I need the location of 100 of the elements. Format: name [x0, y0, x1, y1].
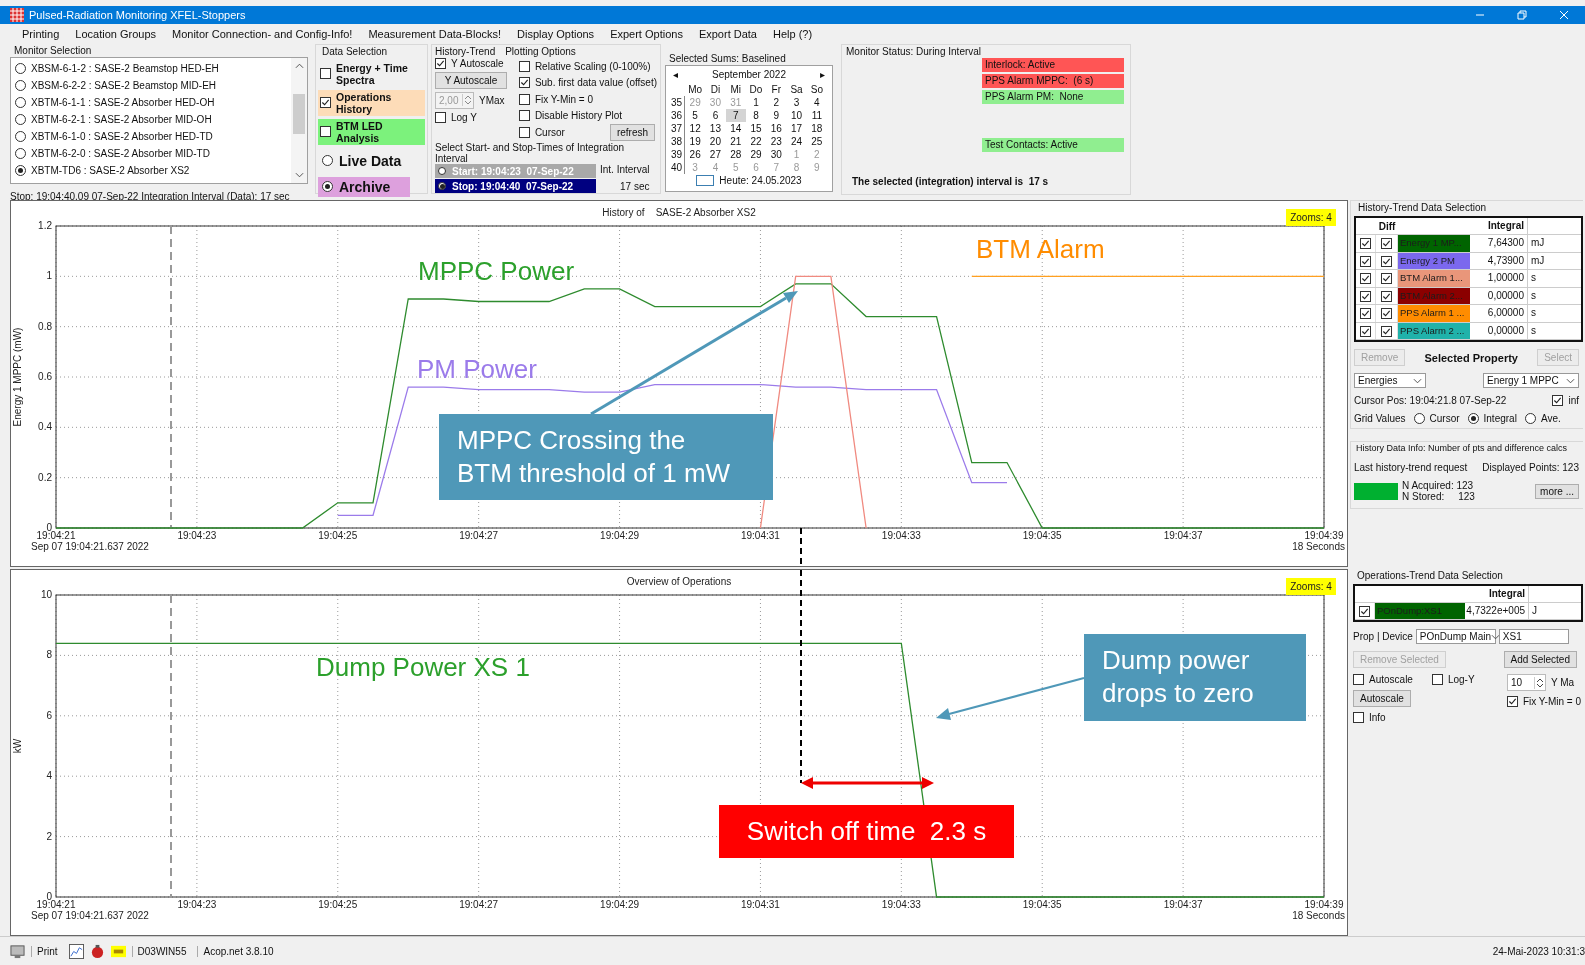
monitor-icon[interactable]	[10, 943, 25, 959]
time-option[interactable]: Stop: 19:04:40 07-Sep-22	[435, 179, 596, 194]
menu-item[interactable]: Location Groups	[67, 27, 164, 40]
alarm-icon[interactable]	[89, 943, 105, 959]
checkbox[interactable]	[1506, 696, 1518, 708]
calendar-day[interactable]: 16	[766, 121, 787, 135]
radio-button[interactable]	[322, 181, 333, 193]
menu-item[interactable]: Display Options	[509, 27, 603, 40]
radio-button[interactable]	[15, 96, 26, 108]
add-selected-button[interactable]: Add Selected	[1503, 651, 1577, 669]
calendar-day[interactable]: 30	[766, 147, 787, 161]
checkbox[interactable]	[1381, 238, 1392, 250]
checkbox[interactable]	[1360, 290, 1371, 302]
calendar-day[interactable]: 28	[725, 147, 746, 161]
checkbox[interactable]	[518, 126, 530, 138]
menu-item[interactable]: Measurement Data-Blocks!	[360, 27, 510, 40]
radio-button[interactable]	[15, 164, 26, 176]
list-item[interactable]: XBTM-6-1-0 : SASE-2 Absorber HED-TD	[31, 130, 213, 142]
checkbox[interactable]	[1360, 325, 1371, 337]
calendar-day[interactable]: 2	[766, 95, 787, 109]
checkbox[interactable]	[435, 111, 446, 123]
calendar-day[interactable]: 15	[745, 121, 767, 135]
radio-button[interactable]	[322, 155, 333, 167]
checkbox[interactable]	[1353, 674, 1364, 686]
autoscale-button[interactable]: Autoscale	[1353, 690, 1411, 708]
radio-button[interactable]	[15, 113, 26, 125]
checkbox[interactable]	[1381, 255, 1392, 267]
commands-icon[interactable]	[110, 943, 126, 959]
calendar-day[interactable]: 10	[786, 108, 807, 122]
calendar-day[interactable]: 13	[705, 121, 726, 135]
scrollbar[interactable]	[291, 57, 307, 183]
radio-button[interactable]	[1524, 413, 1536, 425]
calendar-day[interactable]: 20	[705, 134, 726, 148]
checkbox[interactable]	[518, 60, 530, 72]
calendar-day[interactable]: 24	[786, 134, 807, 148]
calendar-day[interactable]: 9	[766, 108, 787, 122]
checkbox[interactable]	[1360, 238, 1371, 250]
checkbox[interactable]	[435, 57, 446, 69]
calendar-day[interactable]: 11	[806, 108, 827, 122]
menu-item[interactable]: Help (?)	[765, 27, 821, 40]
dropdown[interactable]: Energies	[1354, 373, 1426, 389]
list-item[interactable]: XBTM-6-2-0 : SASE-2 Absorber MID-TD	[31, 147, 210, 159]
checkbox[interactable]	[1431, 674, 1443, 686]
radio-button[interactable]	[15, 147, 26, 159]
dropdown[interactable]: XS1	[1498, 629, 1569, 645]
close-icon[interactable]	[1559, 10, 1569, 20]
autoscale-button[interactable]: Y Autoscale	[435, 71, 507, 89]
dropdown[interactable]: POnDump Main	[1415, 629, 1496, 645]
previous-month-button[interactable]: ◂	[673, 68, 678, 80]
next-month-button[interactable]: ▸	[820, 68, 825, 80]
list-item[interactable]: XBSM-6-1-2 : SASE-2 Beamstop HED-EH	[31, 62, 219, 74]
scroll-down-icon[interactable]	[294, 171, 304, 178]
calendar-day[interactable]: 5	[685, 108, 706, 122]
list-item[interactable]: XBTM-6-2-1 : SASE-2 Absorber MID-OH	[31, 113, 212, 125]
calendar-day[interactable]: 14	[725, 121, 746, 135]
checkbox[interactable]	[320, 68, 331, 80]
calendar-day[interactable]: 6	[705, 108, 726, 122]
calendar-day[interactable]: 18	[806, 121, 827, 135]
dropdown[interactable]: Energy 1 MPPC	[1483, 373, 1579, 389]
checkbox[interactable]	[1381, 290, 1392, 302]
today-link[interactable]: Heute: 24.05.2023	[719, 174, 802, 186]
radio-button[interactable]	[15, 130, 26, 142]
print-button[interactable]: Print	[31, 945, 63, 957]
calendar-day[interactable]: 17	[786, 121, 807, 135]
calendar-day[interactable]: 26	[685, 147, 706, 161]
checkbox[interactable]	[1360, 273, 1371, 285]
radio-button[interactable]	[15, 62, 26, 74]
checkbox[interactable]	[518, 93, 530, 105]
scroll-thumb[interactable]	[293, 93, 305, 134]
checkbox[interactable]	[320, 126, 331, 138]
spinner-arrows-icon[interactable]	[1535, 676, 1544, 689]
checkbox[interactable]	[1552, 395, 1564, 407]
checkbox[interactable]	[1353, 712, 1364, 724]
calendar-day[interactable]: 25	[806, 134, 827, 148]
checkbox[interactable]	[1381, 273, 1392, 285]
radio-button[interactable]	[15, 79, 26, 91]
calendar-day[interactable]: 23	[766, 134, 787, 148]
refresh-button[interactable]: refresh	[609, 123, 655, 141]
menu-item[interactable]: Monitor Connection- and Config-Info!	[164, 27, 361, 40]
radio-button[interactable]	[1413, 413, 1425, 425]
ymax-field[interactable]: 10	[1506, 674, 1546, 692]
scroll-up-icon[interactable]	[294, 62, 304, 69]
checkbox[interactable]	[1381, 308, 1392, 320]
list-item[interactable]: XBTM-TD6 : SASE-2 Absorber XS2	[31, 164, 190, 176]
calendar-day[interactable]: 8	[745, 108, 767, 122]
more-button[interactable]: more ...	[1535, 483, 1579, 499]
checkbox[interactable]	[518, 110, 530, 122]
checkbox[interactable]	[320, 97, 331, 109]
menu-item[interactable]: Expert Options	[602, 27, 691, 40]
calendar-day[interactable]: 12	[685, 121, 706, 135]
menu-item[interactable]: Printing	[14, 27, 68, 40]
radio-button[interactable]	[1467, 413, 1479, 425]
menu-item[interactable]: Export Data	[690, 27, 765, 40]
calendar-day[interactable]: 21	[725, 134, 746, 148]
calendar-day[interactable]: 1	[745, 95, 767, 109]
calendar-day[interactable]: 3	[786, 95, 807, 109]
checkbox[interactable]	[1381, 325, 1392, 337]
calendar-day[interactable]: 29	[745, 147, 767, 161]
list-item[interactable]: XBTM-6-1-1 : SASE-2 Absorber HED-OH	[31, 96, 215, 108]
restore-icon[interactable]	[1517, 10, 1527, 20]
